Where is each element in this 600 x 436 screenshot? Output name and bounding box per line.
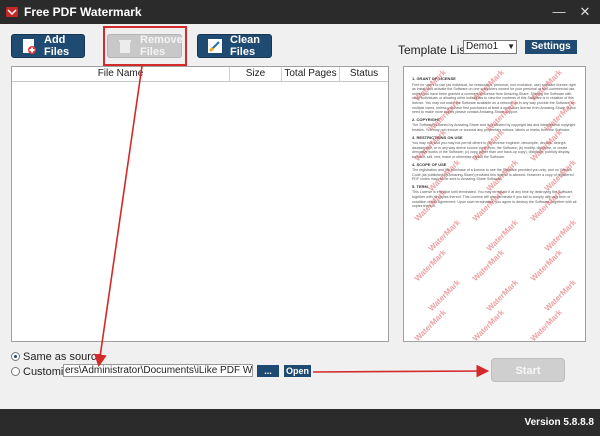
broom-icon [206,37,224,55]
watermark-text: WaterMark [470,67,506,104]
document-preview: 1. GRANT OF LICENSE Free for users to us… [403,66,586,342]
title-bar: Free PDF Watermark — ✕ [0,0,600,24]
file-list-header: File Name Size Total Pages Status [12,67,388,82]
open-folder-button[interactable]: Open [284,365,311,377]
watermark-text: WaterMark [484,97,520,134]
add-files-label: Add Files [44,34,70,58]
status-bar: Version 5.8.8.8 [0,409,600,436]
watermark-text: WaterMark [426,157,462,194]
watermark-overlay: WaterMark WaterMark WaterMark WaterMark Wate… [404,67,585,341]
watermark-text: WaterMark [470,187,506,224]
column-status[interactable]: Status [340,67,388,81]
annotation-highlight-box [103,26,187,66]
watermark-text: WaterMark [484,217,520,254]
watermark-text: WaterMark [542,97,578,134]
file-list[interactable]: File Name Size Total Pages Status [11,66,389,342]
clean-files-label: Clean Files [230,34,260,58]
window-title: Free PDF Watermark [24,5,142,19]
watermark-text: WaterMark [412,247,448,284]
customize-radio[interactable] [11,367,20,376]
add-file-icon [20,37,38,55]
chevron-down-icon: ▼ [507,42,515,51]
watermark-text: WaterMark [470,127,506,164]
watermark-text: WaterMark [426,277,462,314]
template-selected-value: Demo1 [466,41,499,52]
browse-button[interactable]: ... [257,365,279,377]
app-logo-icon [6,7,18,17]
annotation-arrow-right [312,364,490,378]
watermark-text: WaterMark [426,217,462,254]
watermark-text: WaterMark [528,307,564,342]
add-files-button[interactable]: Add Files [11,34,85,58]
column-size[interactable]: Size [230,67,282,81]
watermark-text: WaterMark [542,217,578,254]
watermark-text: WaterMark [542,157,578,194]
watermark-text: WaterMark [528,247,564,284]
start-button[interactable]: Start [491,358,565,382]
version-label: Version 5.8.8.8 [524,417,595,428]
watermark-text: WaterMark [542,277,578,314]
watermark-text: WaterMark [426,97,462,134]
close-icon[interactable]: ✕ [572,0,598,24]
minimize-icon[interactable]: — [546,0,572,24]
output-path-input[interactable]: ers\Administrator\Documents\iLike PDF Wa… [63,364,253,377]
same-as-source-radio[interactable] [11,352,20,361]
watermark-text: WaterMark [528,127,564,164]
watermark-text: WaterMark [484,157,520,194]
watermark-text: WaterMark [484,277,520,314]
watermark-text: WaterMark [470,247,506,284]
column-total-pages[interactable]: Total Pages [282,67,340,81]
watermark-text: WaterMark [412,67,448,104]
watermark-text: WaterMark [528,67,564,104]
watermark-text: WaterMark [412,307,448,342]
settings-button[interactable]: Settings [525,40,577,54]
watermark-text: WaterMark [412,187,448,224]
clean-files-button[interactable]: Clean Files [197,34,272,58]
template-list-label: Template List: [398,43,473,57]
watermark-text: WaterMark [528,187,564,224]
watermark-text: WaterMark [470,307,506,342]
watermark-text: WaterMark [412,127,448,164]
column-file-name[interactable]: File Name [12,67,230,81]
template-select[interactable]: Demo1 ▼ [463,40,517,54]
same-as-source-label: Same as source [23,351,103,363]
